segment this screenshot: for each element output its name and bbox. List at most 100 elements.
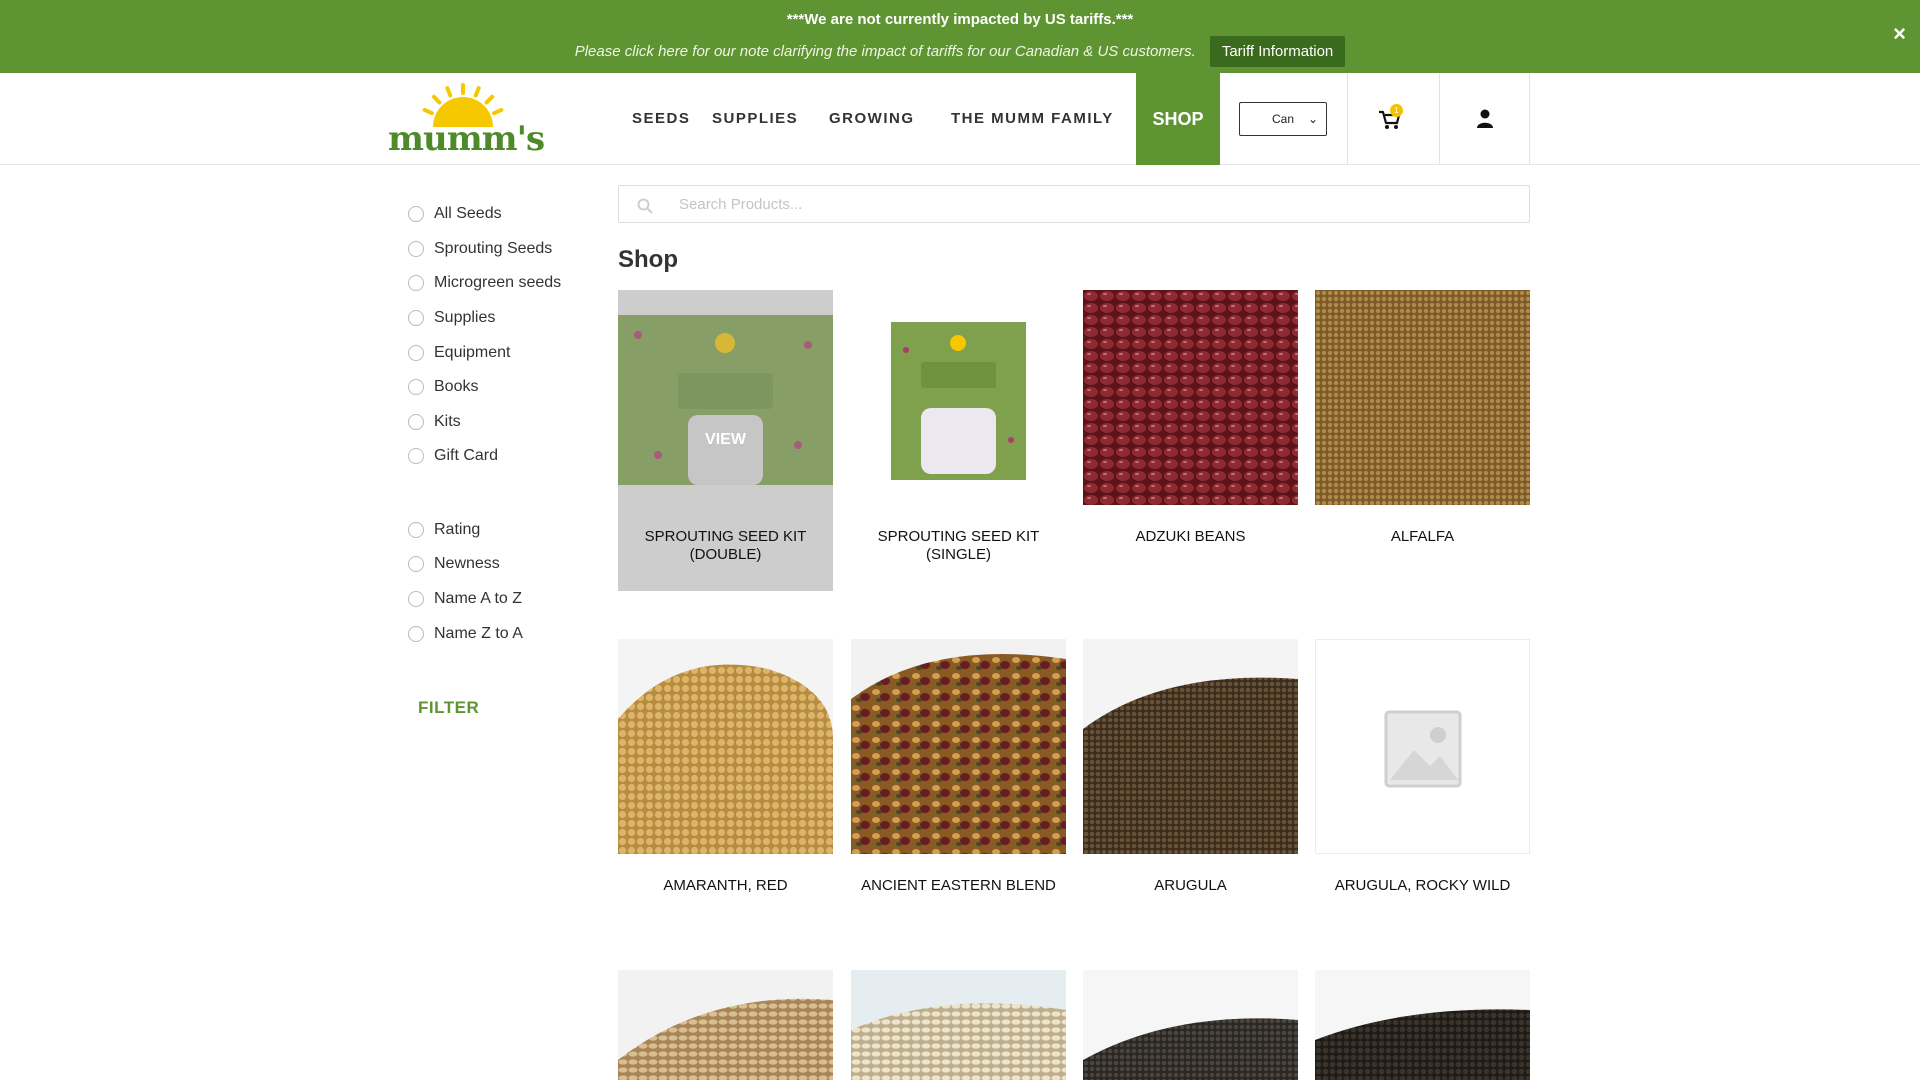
product-name[interactable]: ANCIENT EASTERN BLEND: [851, 877, 1066, 895]
header-divider: [1347, 73, 1348, 165]
banner-note-link[interactable]: Please click here for our note clarifyin…: [575, 43, 1196, 60]
product-name-line: ALFALFA: [1390, 528, 1455, 545]
product-card[interactable]: [1083, 970, 1298, 1080]
product-image[interactable]: [618, 970, 833, 1080]
product-name[interactable]: ARUGULA, ROCKY WILD: [1315, 877, 1530, 895]
radio-button[interactable]: [408, 591, 424, 607]
account-icon[interactable]: [1476, 109, 1494, 129]
product-image[interactable]: [1083, 970, 1298, 1080]
placeholder-image-icon: [1316, 640, 1529, 853]
logo-wordmark: mumm's: [388, 119, 545, 159]
product-name-line: (SINGLE): [925, 546, 991, 563]
nav-seeds[interactable]: SEEDS: [632, 73, 690, 165]
product-name-line: (DOUBLE): [689, 546, 762, 563]
radio-button[interactable]: [408, 556, 424, 572]
category-microgreen-seeds[interactable]: Microgreen seeds: [408, 271, 561, 295]
view-button[interactable]: VIEW: [618, 431, 833, 449]
sort-label: Name Z to A: [434, 625, 523, 642]
product-name[interactable]: AMARANTH, RED: [618, 877, 833, 895]
category-equipment[interactable]: Equipment: [408, 341, 511, 365]
banner-headline: ***We are not currently impacted by US t…: [786, 11, 1134, 28]
category-label: Equipment: [434, 344, 511, 361]
radio-button[interactable]: [408, 241, 424, 257]
nav-growing[interactable]: GROWING: [829, 73, 915, 165]
category-label: All Seeds: [434, 205, 502, 222]
category-all-seeds[interactable]: All Seeds: [408, 202, 502, 226]
product-image[interactable]: [851, 639, 1066, 854]
category-label: Kits: [434, 413, 461, 430]
sort-label: Name A to Z: [434, 590, 523, 607]
sort-label: Rating: [434, 521, 481, 538]
category-supplies[interactable]: Supplies: [408, 306, 495, 330]
page-title: Shop: [618, 246, 678, 273]
category-label: Books: [434, 378, 479, 395]
product-image[interactable]: [1083, 639, 1298, 854]
close-icon[interactable]: ×: [1893, 22, 1906, 46]
product-image[interactable]: [1315, 290, 1530, 505]
banner-row: Please click here for our note clarifyin…: [0, 36, 1920, 67]
nav-the-mumm-family[interactable]: THE MUMM FAMILY: [951, 73, 1114, 165]
search-icon: [637, 198, 653, 214]
chevron-down-icon: ⌄: [1307, 112, 1318, 126]
radio-button[interactable]: [408, 414, 424, 430]
product-name-line: ARUGULA, ROCKY WILD: [1334, 877, 1511, 894]
header-divider: [1529, 73, 1530, 165]
sort-label: Newness: [434, 555, 500, 572]
category-gift-card[interactable]: Gift Card: [408, 444, 498, 468]
category-kits[interactable]: Kits: [408, 410, 461, 434]
product-name[interactable]: SPROUTING SEED KIT (SINGLE): [851, 528, 1066, 564]
product-name[interactable]: SPROUTING SEED KIT (DOUBLE): [618, 528, 833, 564]
tariff-banner: ***We are not currently impacted by US t…: [0, 0, 1920, 73]
country-select-value: Can: [1272, 112, 1295, 126]
nav-supplies[interactable]: SUPPLIES: [712, 73, 798, 165]
mumms-logo[interactable]: mumm's: [388, 83, 545, 159]
sort-name-a-to-z[interactable]: Name A to Z: [408, 587, 522, 611]
sort-name-z-to-a[interactable]: Name Z to A: [408, 622, 523, 646]
product-image[interactable]: [1315, 970, 1530, 1080]
product-image[interactable]: [618, 639, 833, 854]
radio-button[interactable]: [408, 626, 424, 642]
radio-button[interactable]: [408, 379, 424, 395]
sort-newness[interactable]: Newness: [408, 552, 500, 576]
product-image[interactable]: [618, 315, 833, 485]
category-sprouting-seeds[interactable]: Sprouting Seeds: [408, 237, 552, 261]
category-label: Supplies: [434, 309, 496, 326]
product-image[interactable]: [851, 970, 1066, 1080]
radio-button[interactable]: [408, 206, 424, 222]
category-label: Sprouting Seeds: [434, 240, 553, 257]
category-label: Microgreen seeds: [434, 274, 562, 291]
category-label: Gift Card: [434, 447, 499, 464]
radio-button[interactable]: [408, 310, 424, 326]
radio-button[interactable]: [408, 448, 424, 464]
product-image[interactable]: [1315, 639, 1530, 854]
nav-shop[interactable]: SHOP: [1136, 73, 1220, 165]
product-name-line: ADZUKI BEANS: [1135, 528, 1246, 545]
filter-button[interactable]: FILTER: [418, 698, 479, 718]
radio-button[interactable]: [408, 345, 424, 361]
category-books[interactable]: Books: [408, 375, 478, 399]
product-name-line: ANCIENT EASTERN BLEND: [861, 877, 1056, 894]
product-image[interactable]: [851, 290, 1066, 505]
radio-button[interactable]: [408, 522, 424, 538]
site-header: mumm's SEEDS SUPPLIES GROWING THE MUMM F…: [0, 73, 1920, 165]
header-divider: [1439, 73, 1440, 165]
product-name-line: AMARANTH, RED: [663, 877, 788, 894]
product-name-line: SPROUTING SEED KIT: [877, 528, 1040, 545]
product-name[interactable]: ARUGULA: [1083, 877, 1298, 895]
country-select[interactable]: Can ⌄: [1239, 102, 1327, 136]
product-name-line: ARUGULA: [1154, 877, 1227, 894]
sort-rating[interactable]: Rating: [408, 518, 480, 542]
product-image[interactable]: [1083, 290, 1298, 505]
product-card[interactable]: [1315, 970, 1530, 1080]
product-card[interactable]: [618, 970, 833, 1080]
product-name-line: SPROUTING SEED KIT: [644, 528, 807, 545]
product-card[interactable]: [851, 970, 1066, 1080]
tariff-information-button[interactable]: Tariff Information: [1209, 36, 1346, 67]
radio-button[interactable]: [408, 275, 424, 291]
cart-count-badge: 1: [1390, 104, 1403, 117]
product-card[interactable]: VIEW SPROUTING SEED KIT (DOUBLE): [618, 290, 833, 591]
product-name[interactable]: ADZUKI BEANS: [1083, 528, 1298, 546]
search-input[interactable]: [679, 186, 1499, 222]
product-search[interactable]: [618, 185, 1530, 223]
product-name[interactable]: ALFALFA: [1315, 528, 1530, 546]
